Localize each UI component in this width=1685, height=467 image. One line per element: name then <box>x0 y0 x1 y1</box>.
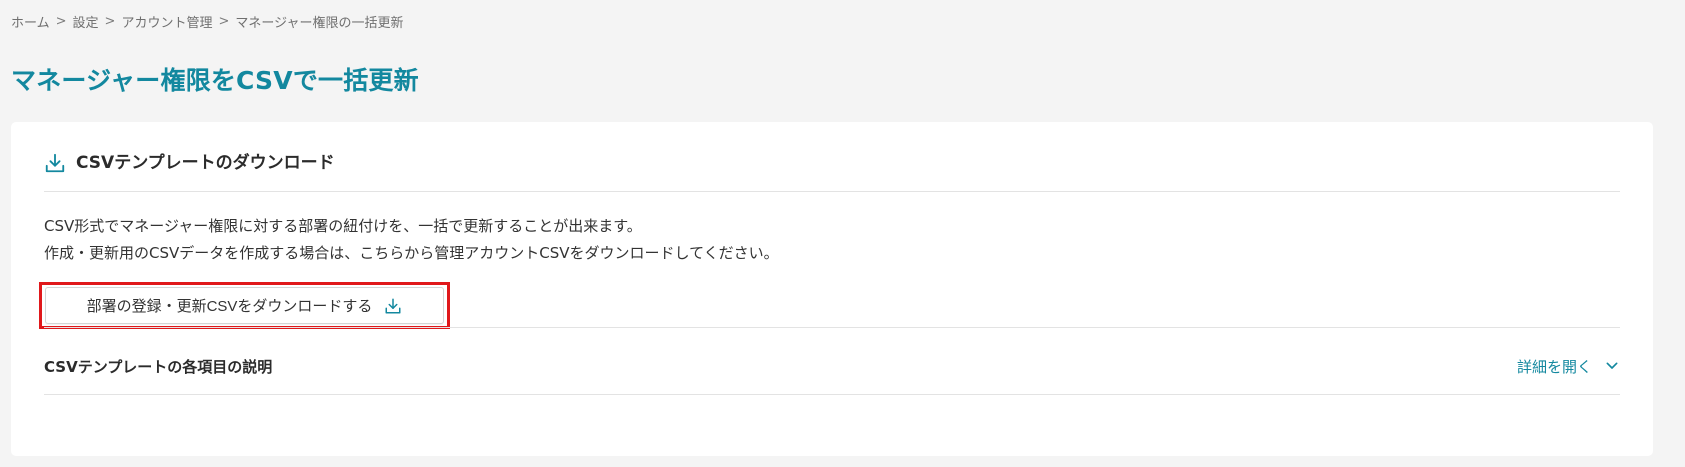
csv-template-card: CSVテンプレートのダウンロード CSV形式でマネージャー権限に対する部署の紐付… <box>11 122 1653 456</box>
breadcrumb-settings[interactable]: 設定 <box>73 12 99 31</box>
breadcrumb-separator: > <box>104 14 116 29</box>
breadcrumb-account-management[interactable]: アカウント管理 <box>121 12 212 31</box>
section-title: CSVテンプレートのダウンロード <box>76 153 335 173</box>
download-button-label: 部署の登録・更新CSVをダウンロードする <box>86 298 373 315</box>
divider <box>44 327 1620 328</box>
section-header: CSVテンプレートのダウンロード <box>44 151 1620 192</box>
expand-details-label: 詳細を開く <box>1516 357 1592 376</box>
download-icon <box>45 153 65 173</box>
explanation-title: CSVテンプレートの各項目の説明 <box>44 357 273 376</box>
chevron-down-icon <box>1606 362 1618 369</box>
description-line-1: CSV形式でマネージャー権限に対する部署の紐付けを、一括で更新することが出来ます… <box>44 217 642 235</box>
breadcrumb-separator: > <box>218 14 230 29</box>
download-csv-button[interactable]: 部署の登録・更新CSVをダウンロードする <box>45 287 444 324</box>
breadcrumb-separator: > <box>55 14 67 29</box>
download-icon <box>385 298 401 313</box>
description-line-2: 作成・更新用のCSVデータを作成する場合は、こちらから管理アカウントCSVをダウ… <box>44 244 779 262</box>
breadcrumb: ホーム > 設定 > アカウント管理 > マネージャー権限の一括更新 <box>11 12 403 31</box>
explanation-row: CSVテンプレートの各項目の説明 詳細を開く <box>44 336 1620 396</box>
expand-details-toggle[interactable]: 詳細を開く <box>1517 356 1620 377</box>
breadcrumb-home[interactable]: ホーム <box>11 12 50 31</box>
breadcrumb-current: マネージャー権限の一括更新 <box>235 16 404 31</box>
divider <box>44 394 1620 395</box>
page-title: マネージャー権限をCSVで一括更新 <box>11 66 419 95</box>
section-description: CSV形式でマネージャー権限に対する部署の紐付けを、一括で更新することが出来ます… <box>44 213 779 267</box>
